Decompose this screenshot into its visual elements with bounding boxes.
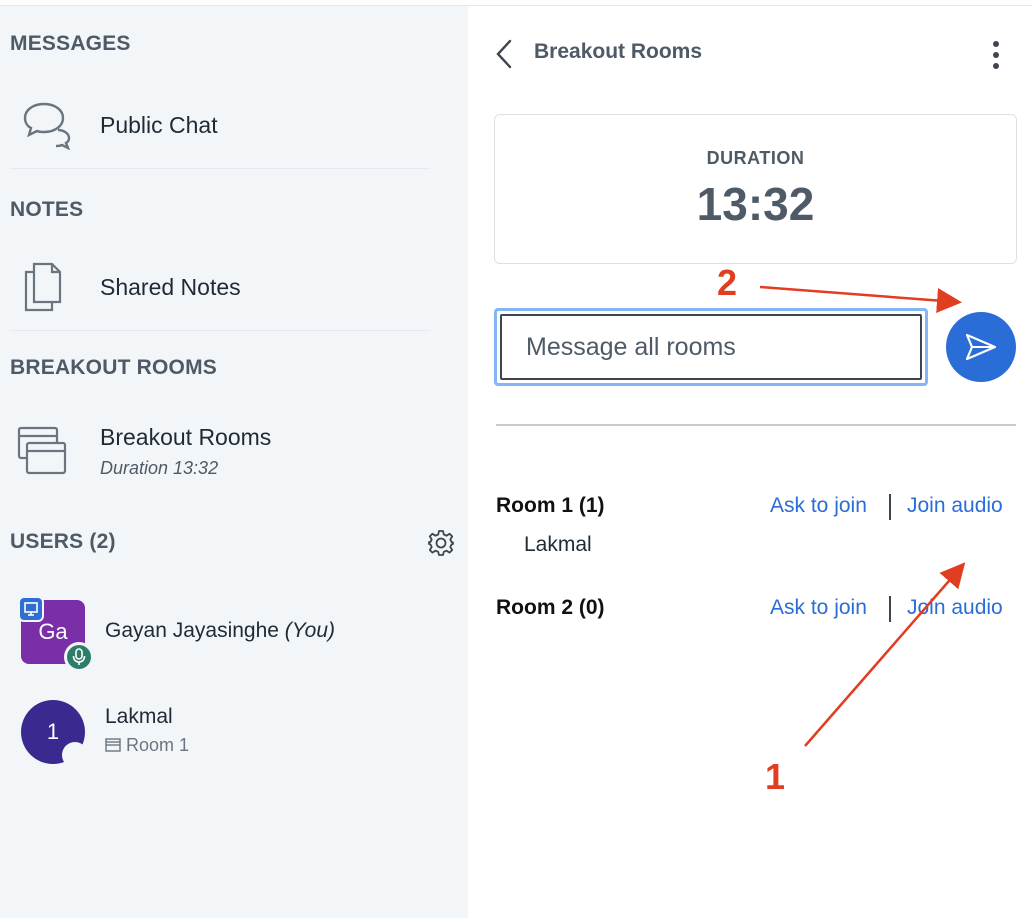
message-all-rooms-input[interactable] [500, 314, 922, 380]
link-divider [889, 596, 891, 622]
divider [10, 330, 430, 331]
annotation-label-2: 2 [717, 262, 738, 303]
avatar-notch [62, 742, 88, 768]
gear-icon[interactable] [427, 529, 455, 557]
users-section-title: USERS (2) [10, 530, 116, 553]
more-options-icon[interactable] [986, 38, 1006, 72]
duration-card: DURATION 13:32 [494, 114, 1017, 264]
presenter-icon [18, 596, 44, 622]
breakout-section-title: BREAKOUT ROOMS [10, 356, 217, 379]
user-name[interactable]: Gayan Jayasinghe (You) [105, 619, 335, 643]
breakout-duration-text: Duration 13:32 [100, 458, 219, 478]
microphone-icon [64, 642, 94, 672]
room-title: Room 1 (1) [496, 494, 605, 517]
ask-to-join-link[interactable]: Ask to join [770, 494, 867, 518]
duration-time: 13:32 [696, 178, 815, 230]
user-name[interactable]: Lakmal [105, 705, 173, 729]
room-member: Lakmal [524, 533, 592, 556]
chat-bubbles-icon [23, 102, 71, 150]
sidebar-item-breakout-rooms[interactable]: Breakout Rooms [100, 424, 271, 451]
message-input-focus-ring [494, 308, 928, 386]
send-icon [965, 333, 997, 361]
avatar-initials: Ga [38, 619, 68, 644]
sidebar-item-public-chat[interactable]: Public Chat [100, 112, 218, 139]
user-room: Room 1 [105, 735, 189, 756]
notes-section-title: NOTES [10, 198, 84, 221]
messages-section-title: MESSAGES [10, 32, 131, 55]
divider [10, 168, 430, 169]
sidebar-item-shared-notes[interactable]: Shared Notes [100, 274, 241, 301]
join-audio-link[interactable]: Join audio [907, 494, 1003, 518]
document-icon [24, 262, 62, 312]
avatar-initials: 1 [46, 719, 60, 744]
link-divider [889, 494, 891, 520]
panel-title: Breakout Rooms [534, 40, 703, 63]
you-label: (You) [284, 619, 335, 642]
ask-to-join-link[interactable]: Ask to join [770, 596, 867, 620]
chevron-left-icon[interactable] [494, 38, 514, 70]
room-icon [105, 738, 121, 752]
duration-label: DURATION [706, 148, 805, 168]
room-title: Room 2 (0) [496, 596, 605, 619]
send-button[interactable] [946, 312, 1016, 382]
divider [496, 424, 1016, 426]
annotation-label-1: 1 [765, 756, 786, 797]
join-audio-link[interactable]: Join audio [907, 596, 1003, 620]
breakout-windows-icon [17, 426, 67, 475]
